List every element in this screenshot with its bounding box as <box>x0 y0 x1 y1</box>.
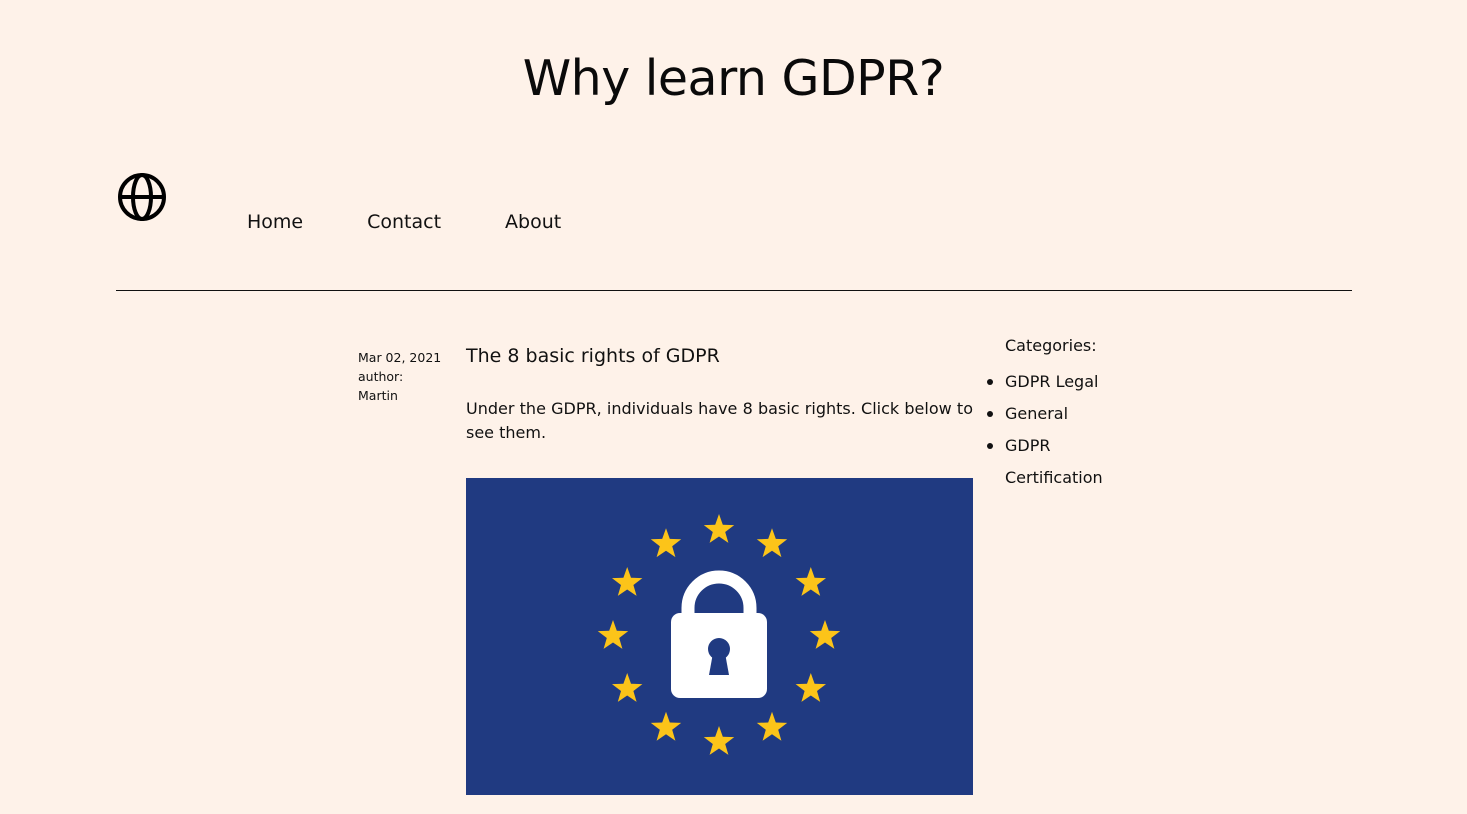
post-featured-image[interactable] <box>466 478 973 795</box>
category-item-gdpr-certification[interactable]: GDPR Certification <box>987 430 1125 494</box>
globe-icon[interactable] <box>117 172 167 222</box>
nav-item-contact[interactable]: Contact <box>367 210 441 234</box>
category-item-general[interactable]: General <box>987 398 1125 430</box>
category-item-gdpr-legal[interactable]: GDPR Legal <box>987 366 1125 398</box>
post-author-label: author: <box>358 369 404 384</box>
post-title[interactable]: The 8 basic rights of GDPR <box>466 343 973 369</box>
category-list: GDPR Legal General GDPR Certification <box>987 366 1125 494</box>
nav-item-home[interactable]: Home <box>247 210 303 234</box>
site-title: Why learn GDPR? <box>522 50 945 107</box>
post-date: Mar 02, 2021 <box>358 350 442 365</box>
post-author-name[interactable]: Martin <box>358 386 441 405</box>
categories-heading: Categories: <box>1005 336 1097 355</box>
post-meta: Mar 02, 2021 author: Martin <box>358 348 441 405</box>
post-excerpt: Under the GDPR, individuals have 8 basic… <box>466 399 973 442</box>
main-nav: Home Contact About <box>247 210 625 234</box>
post-card: The 8 basic rights of GDPR Under the GDP… <box>466 343 973 795</box>
page: Why learn GDPR? Home Contact About Mar 0… <box>0 0 1467 814</box>
nav-item-about[interactable]: About <box>505 210 561 234</box>
header-divider <box>116 290 1352 291</box>
sidebar-categories: Categories: GDPR Legal General GDPR Cert… <box>987 334 1125 494</box>
